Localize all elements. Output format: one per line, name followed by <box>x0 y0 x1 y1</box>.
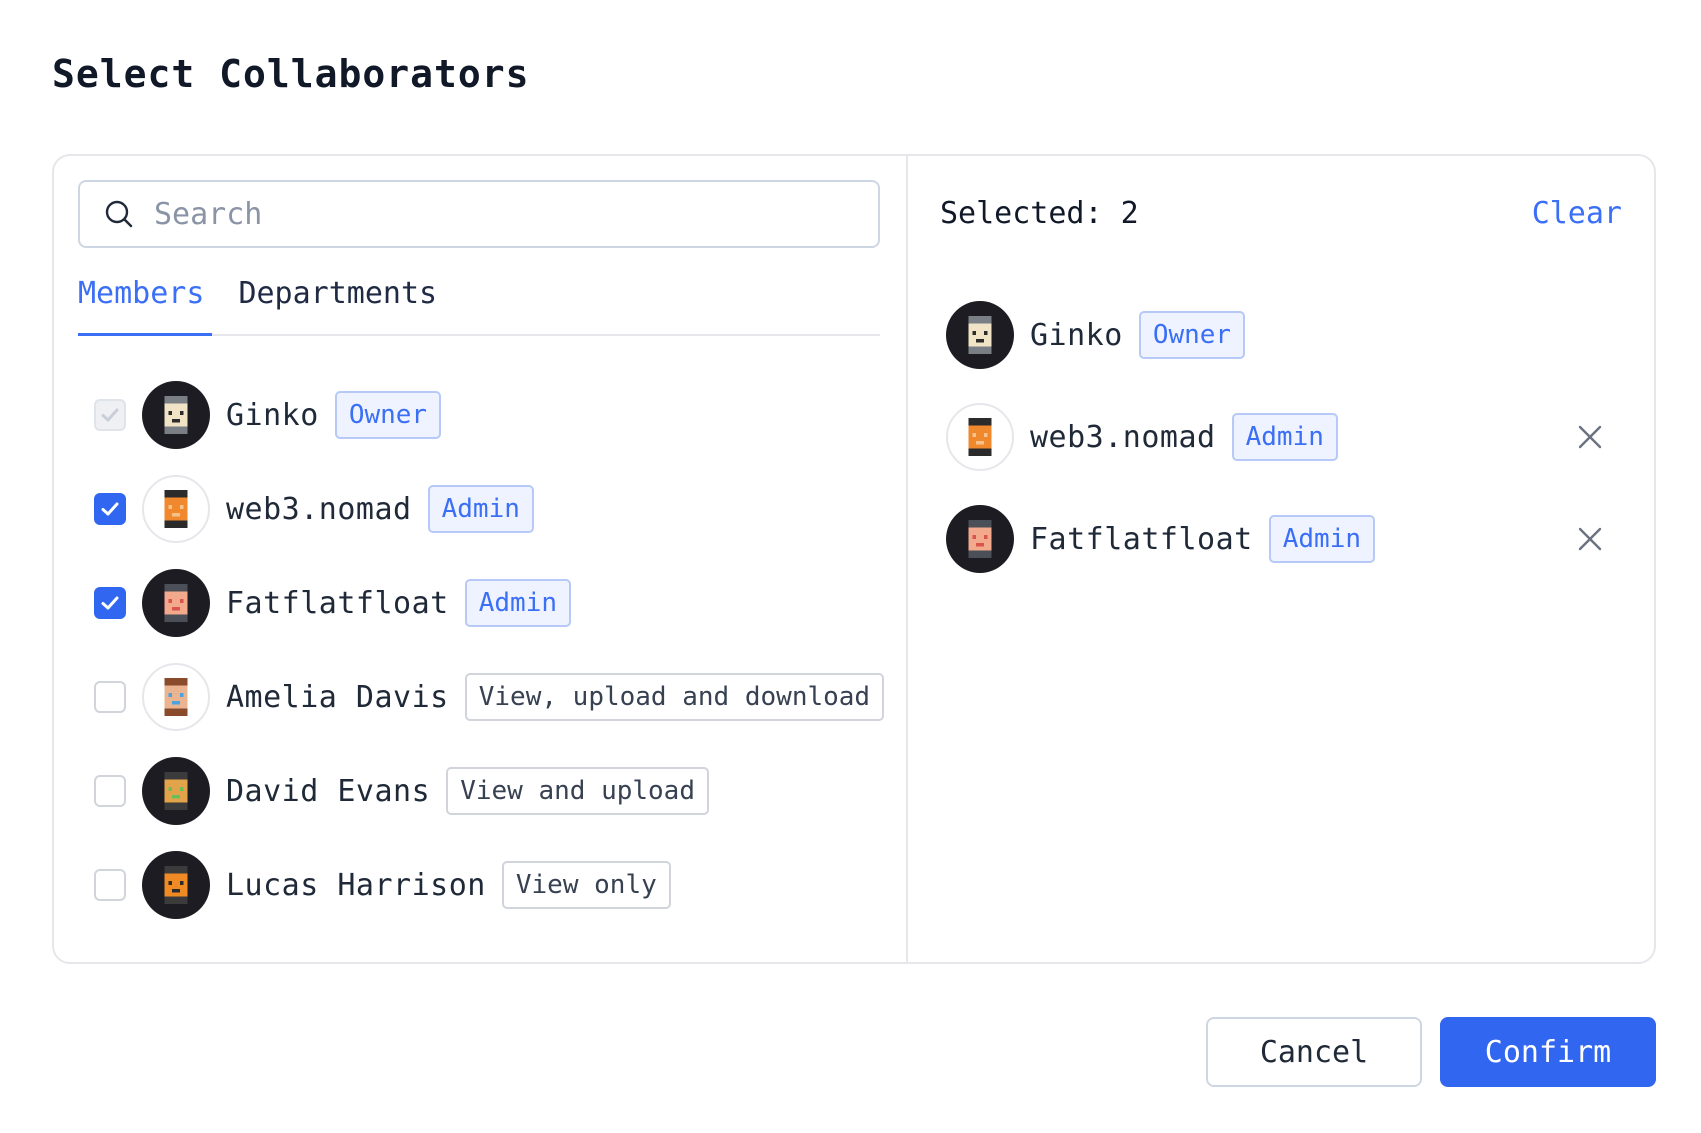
selected-name: web3.nomad <box>1030 419 1216 455</box>
member-badge: View only <box>501 861 671 909</box>
selected-badge: Admin <box>1268 515 1376 563</box>
close-icon <box>1578 425 1602 449</box>
member-badge: Admin <box>427 485 534 533</box>
dialog-footer: Cancel Confirm <box>1206 1017 1656 1087</box>
member-name: Fatflatfloat <box>226 585 449 621</box>
selected-badge: Owner <box>1138 311 1246 359</box>
tab-members[interactable]: Members <box>78 276 213 336</box>
selected-count: Selected: 2 <box>940 196 1139 231</box>
avatar <box>946 301 1014 369</box>
selected-name: Fatflatfloat <box>1030 521 1253 557</box>
selected-header: Selected: 2 Clear <box>940 196 1622 231</box>
check-icon <box>101 596 119 610</box>
select-collaborators-dialog: Select Collaborators Members Departments… <box>0 0 1701 1133</box>
member-name: Amelia Davis <box>226 679 449 715</box>
member-list: Ginko Owner web3.nomad Admin Fatflatfloat Adm… <box>94 368 885 932</box>
member-checkbox[interactable] <box>94 587 126 619</box>
avatar <box>142 569 210 637</box>
tab-bar: Members Departments <box>78 276 880 336</box>
member-row[interactable]: Fatflatfloat Admin <box>94 556 874 650</box>
page-title: Select Collaborators <box>52 52 530 96</box>
member-row[interactable]: Amelia Davis View, upload and download <box>94 650 885 744</box>
member-row[interactable]: Ginko Owner <box>94 368 874 462</box>
member-badge: View, upload and download <box>464 673 885 721</box>
member-name: David Evans <box>226 773 431 809</box>
cancel-button[interactable]: Cancel <box>1206 1017 1422 1087</box>
member-checkbox[interactable] <box>94 775 126 807</box>
member-badge: Admin <box>464 579 572 627</box>
confirm-button[interactable]: Confirm <box>1440 1017 1656 1087</box>
avatar <box>142 757 210 825</box>
avatar <box>946 505 1014 573</box>
close-icon <box>1578 527 1602 551</box>
member-name: web3.nomad <box>226 491 412 527</box>
clear-button[interactable]: Clear <box>1532 196 1622 231</box>
remove-button[interactable] <box>1574 523 1606 555</box>
member-name: Ginko <box>226 397 319 433</box>
collaborator-panel: Members Departments Ginko Owner web3.nomad… <box>52 154 1656 964</box>
avatar <box>142 663 210 731</box>
remove-button[interactable] <box>1574 421 1606 453</box>
member-row[interactable]: Lucas Harrison View only <box>94 838 874 932</box>
selected-item: web3.nomad Admin <box>946 386 1614 488</box>
member-row[interactable]: web3.nomad Admin <box>94 462 874 556</box>
avatar <box>142 381 210 449</box>
member-checkbox[interactable] <box>94 493 126 525</box>
member-checkbox <box>94 399 126 431</box>
avatar <box>142 851 210 919</box>
member-name: Lucas Harrison <box>226 867 486 903</box>
check-icon <box>101 502 119 516</box>
avatar <box>946 403 1014 471</box>
member-checkbox[interactable] <box>94 869 126 901</box>
member-checkbox[interactable] <box>94 681 126 713</box>
tab-departments[interactable]: Departments <box>238 276 437 334</box>
selected-badge: Admin <box>1231 413 1338 461</box>
avatar <box>142 475 210 543</box>
search-box[interactable] <box>78 180 880 248</box>
member-badge: Owner <box>334 391 442 439</box>
member-badge: View and upload <box>446 767 709 815</box>
search-icon <box>105 200 133 228</box>
member-picker: Members Departments Ginko Owner web3.nomad… <box>54 156 908 962</box>
member-row[interactable]: David Evans View and upload <box>94 744 874 838</box>
check-icon <box>101 408 119 422</box>
search-input[interactable] <box>154 196 754 232</box>
selected-item: Ginko Owner <box>946 284 1614 386</box>
selected-list: Ginko Owner web3.nomad Admin Fatflatfloat Adm… <box>946 284 1614 590</box>
selected-name: Ginko <box>1030 317 1123 353</box>
selected-item: Fatflatfloat Admin <box>946 488 1614 590</box>
selected-panel: Selected: 2 Clear Ginko Owner web3.nomad Ad… <box>908 156 1654 962</box>
